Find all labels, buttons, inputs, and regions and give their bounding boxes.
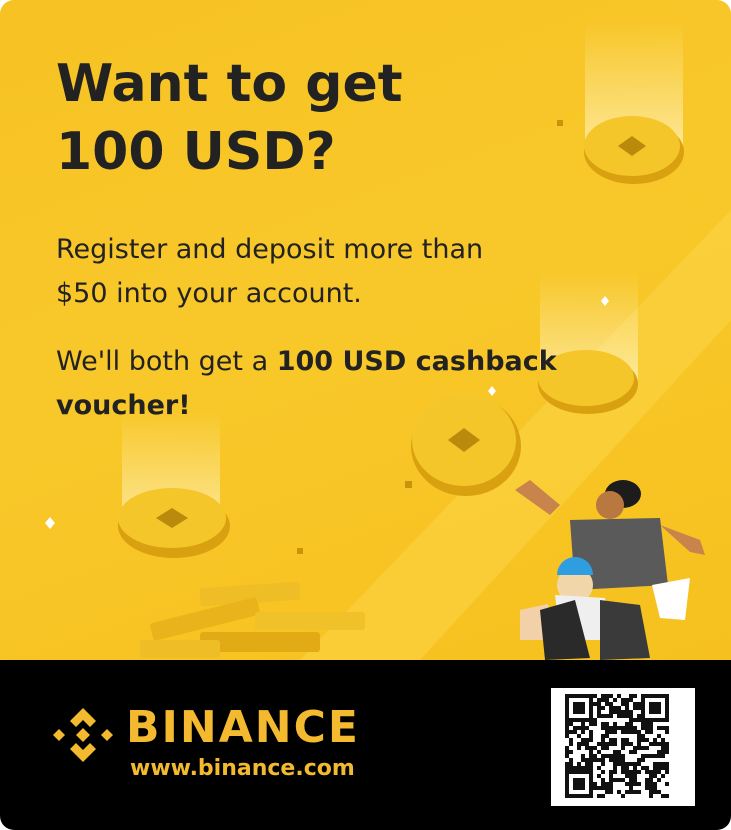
headline-line-2: 100 USD? (56, 122, 336, 182)
requirement-line-1: Register and deposit more than (56, 234, 484, 265)
qr-code-pattern (565, 694, 669, 798)
qr-code (551, 688, 695, 806)
reward-voucher: voucher! (56, 390, 191, 421)
promo-banner: Want to get 100 USD? Register and deposi… (0, 0, 731, 660)
people-illustration (515, 480, 705, 660)
reward-amount: 100 USD cashback (276, 346, 557, 377)
promo-poster: Want to get 100 USD? Register and deposi… (0, 0, 731, 830)
deposit-requirement-text: Register and deposit more than $50 into … (56, 228, 596, 316)
website-url: www.binance.com (130, 756, 355, 781)
reward-prefix: We'll both get a (56, 346, 277, 377)
binance-logo-icon (53, 708, 113, 762)
headline-line-1: Want to get (56, 54, 403, 114)
headline: Want to get 100 USD? (56, 50, 403, 186)
requirement-line-2: $50 into your account. (56, 278, 362, 309)
brand-name: BINANCE (126, 702, 360, 753)
reward-text: We'll both get a 100 USD cashback voucher… (56, 340, 646, 428)
